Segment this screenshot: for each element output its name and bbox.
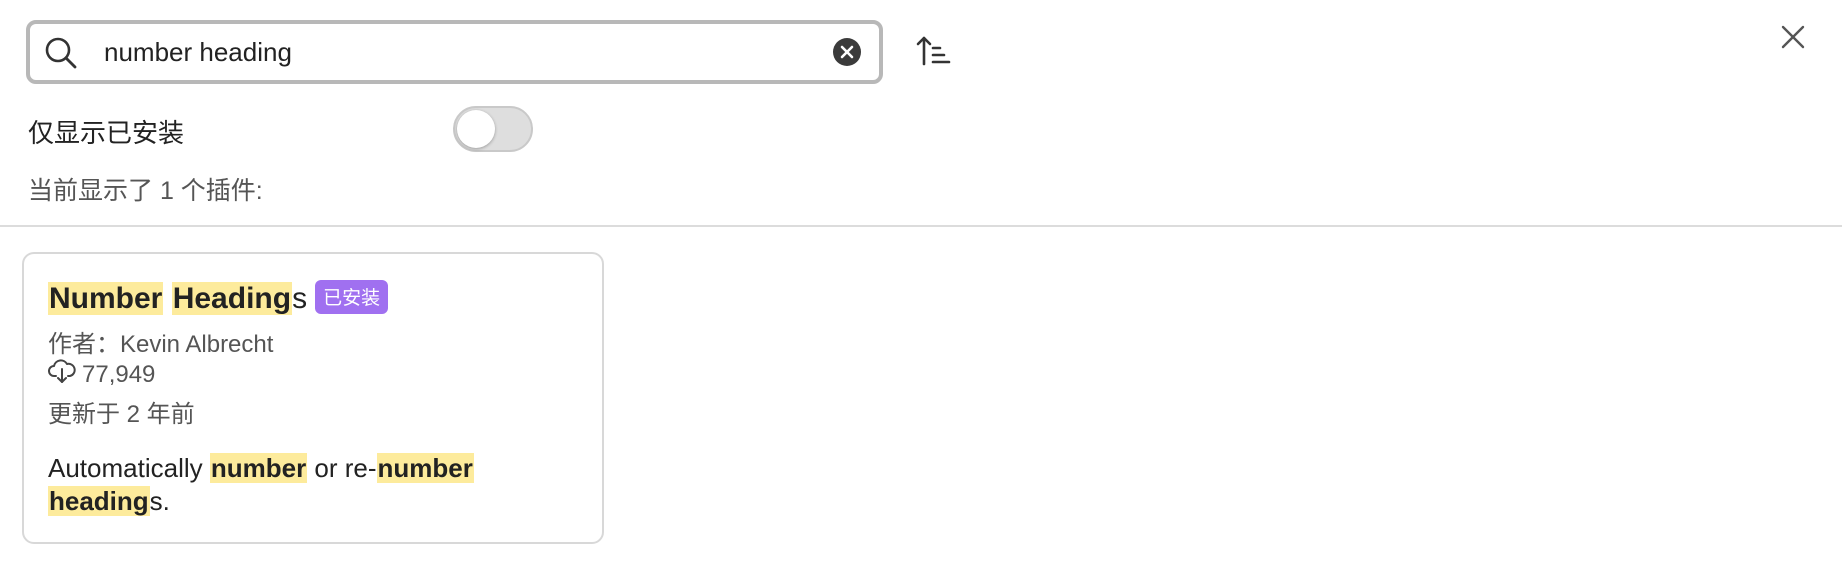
desc-text: or re-	[307, 453, 377, 483]
title-highlight: Heading	[171, 282, 293, 315]
desc-highlight: heading	[48, 486, 150, 516]
title-highlight: Number	[48, 282, 164, 315]
installed-badge: 已安装	[315, 280, 389, 314]
desc-text: Automatically	[48, 453, 210, 483]
installed-only-toggle[interactable]	[453, 106, 533, 152]
title-rest: s	[292, 282, 308, 315]
search-box[interactable]	[26, 20, 883, 84]
plugin-downloads: 77,949	[48, 358, 155, 391]
desc-highlight: number	[376, 453, 474, 483]
clear-search-icon[interactable]	[833, 38, 861, 66]
desc-highlight: number	[209, 453, 308, 483]
installed-only-label: 仅显示已安装	[28, 118, 185, 148]
sort-ascending-icon[interactable]	[916, 34, 952, 70]
desc-text: s.	[149, 486, 170, 516]
plugin-card[interactable]: Number Headings 已安装 作者：Kevin Albrecht 77,…	[22, 252, 604, 544]
download-count: 77,949	[82, 360, 156, 388]
download-icon	[48, 358, 76, 391]
plugin-updated: 更新于 2 年前	[48, 401, 195, 428]
result-count: 当前显示了 1 个插件:	[28, 177, 263, 205]
plugin-author: 作者：Kevin Albrecht	[48, 331, 274, 358]
plugin-description: Automatically number or re-number headin…	[48, 452, 568, 518]
divider	[0, 225, 1842, 227]
toggle-knob	[457, 110, 495, 148]
close-icon[interactable]	[1778, 22, 1808, 52]
community-plugins-browser: 仅显示已安装 当前显示了 1 个插件: Number Headings已安装 作…	[0, 0, 1842, 568]
search-icon	[44, 36, 78, 70]
search-input[interactable]	[104, 32, 804, 72]
plugin-title: Number Headings 已安装	[48, 280, 389, 316]
